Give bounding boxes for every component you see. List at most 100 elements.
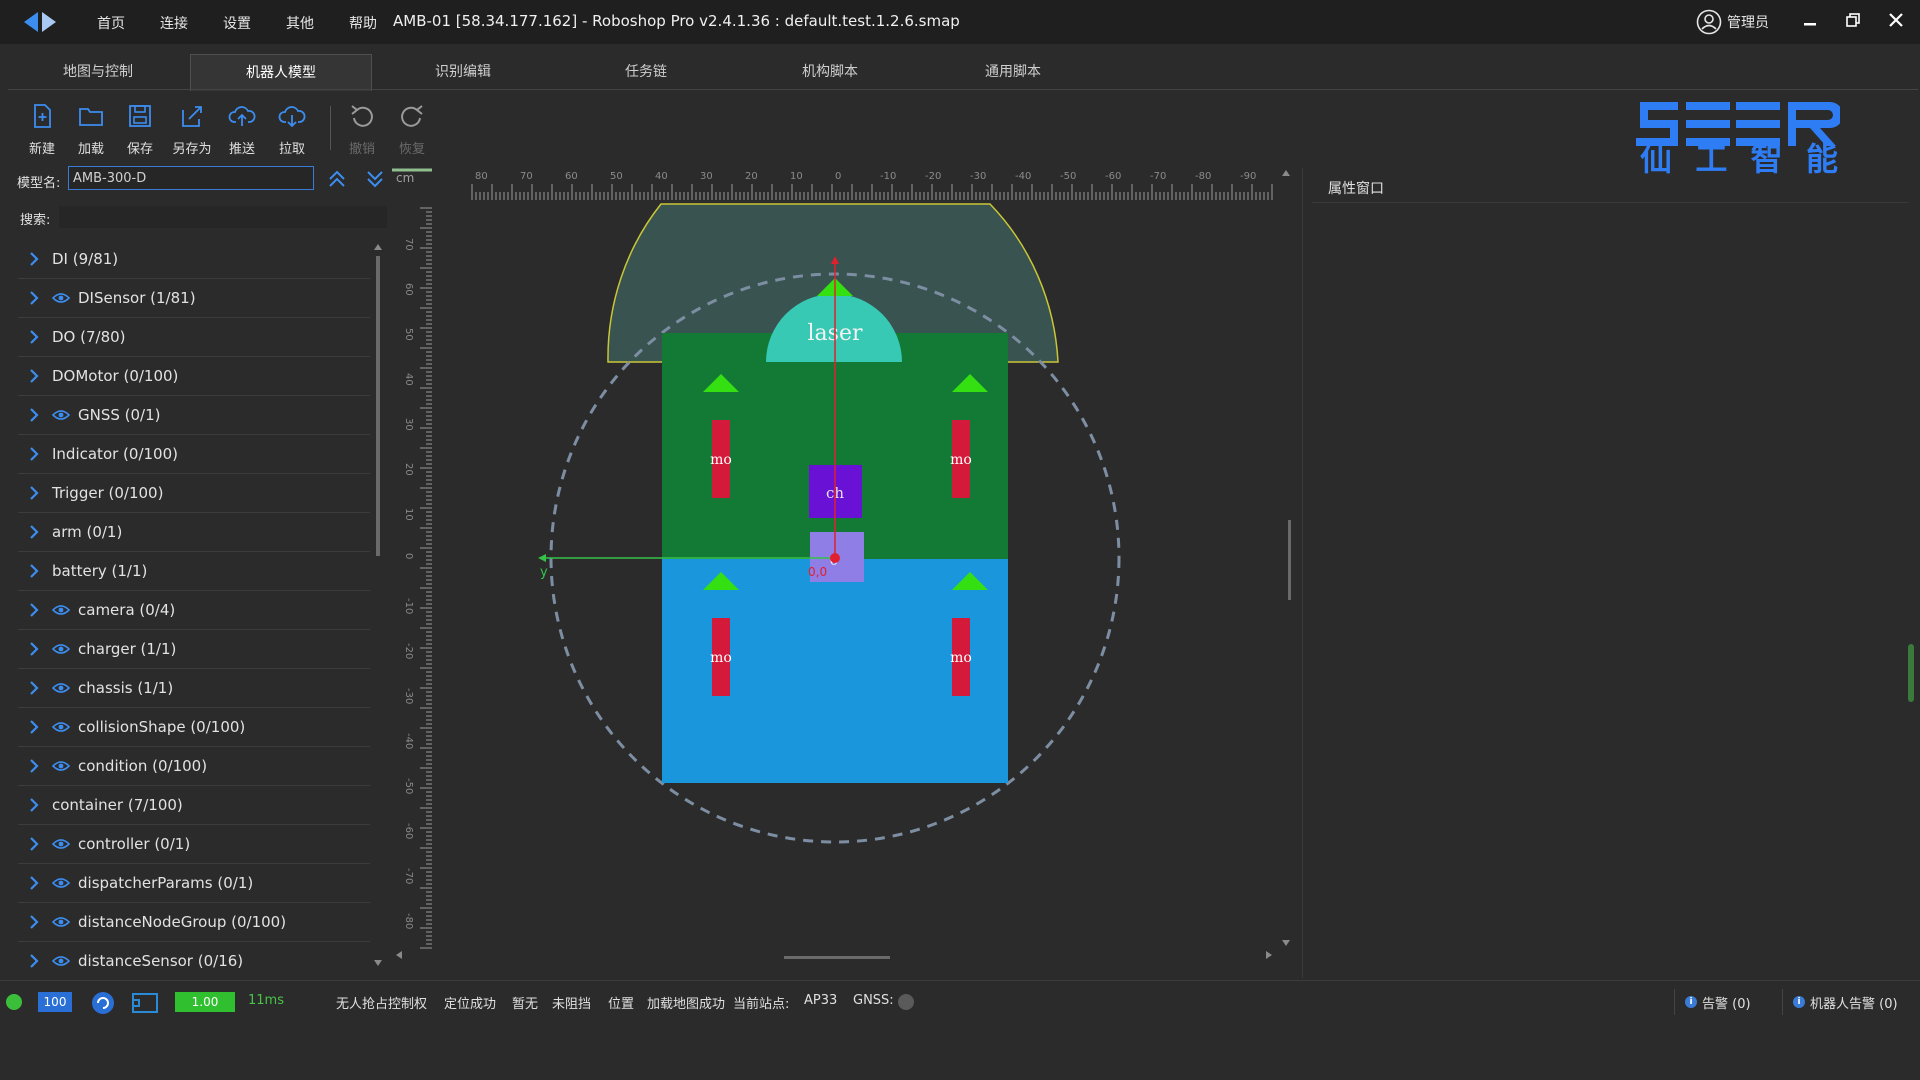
eye-icon[interactable] [52,682,70,694]
tree-item[interactable]: camera (0/4) [18,591,370,630]
chevron-right-icon[interactable] [26,407,42,423]
tree-item[interactable]: collisionShape (0/100) [18,708,370,747]
eye-icon[interactable] [52,877,70,889]
minimize-button[interactable] [1795,8,1825,36]
alarm-button[interactable]: i 告警 (0) [1674,989,1761,1015]
save-as-button[interactable]: 另存为 [170,100,214,157]
chevron-right-icon[interactable] [26,836,42,852]
menu-home[interactable]: 首页 [97,13,125,33]
load-button[interactable]: 加载 [69,100,113,157]
refresh-icon[interactable] [90,990,116,1016]
eye-icon[interactable] [52,838,70,850]
restore-button[interactable] [1838,8,1868,36]
ruler-tick-label: -80 [1195,171,1211,182]
save-button[interactable]: 保存 [118,100,162,157]
robot-status-icon[interactable] [130,990,160,1016]
gnss-label: GNSS: [853,993,894,1008]
tree-item[interactable]: DOMotor (0/100) [18,357,370,396]
tree-item[interactable]: chassis (1/1) [18,669,370,708]
properties-divider [1312,202,1908,203]
eye-icon[interactable] [52,760,70,772]
chevron-right-icon[interactable] [26,485,42,501]
tree-item[interactable]: Indicator (0/100) [18,435,370,474]
chevron-right-icon[interactable] [26,875,42,891]
collapse-all-icon[interactable] [326,168,348,190]
tree-item[interactable]: condition (0/100) [18,747,370,786]
chevron-right-icon[interactable] [26,758,42,774]
pull-button[interactable]: 拉取 [270,100,314,157]
ruler-tick-label: -30 [403,688,414,704]
chevron-right-icon[interactable] [26,641,42,657]
tree-item[interactable]: charger (1/1) [18,630,370,669]
menu-connect[interactable]: 连接 [160,13,188,33]
tree-item[interactable]: arm (0/1) [18,513,370,552]
chevron-right-icon[interactable] [26,446,42,462]
chevron-right-icon[interactable] [26,251,42,267]
eye-icon[interactable] [52,721,70,733]
close-button[interactable] [1881,8,1911,36]
chevron-right-icon[interactable] [26,329,42,345]
chevron-right-icon[interactable] [26,719,42,735]
tree-item[interactable]: container (7/100) [18,786,370,825]
undo-button[interactable]: 撤销 [340,100,384,157]
chevron-right-icon[interactable] [26,524,42,540]
ruler-tick-label: 0 [403,553,414,559]
model-name-input[interactable] [68,166,314,190]
robot-model-canvas[interactable]: cm 80 70 60 50 40 30 20 10 0 -10 -20 -30 -40 -50 -60 -7… [392,168,1292,968]
tab-mechanism-script[interactable]: 机构脚本 [762,54,898,90]
search-label: 搜索: [20,213,51,228]
ruler-tick-label: -70 [1150,171,1166,182]
tab-recognition-edit[interactable]: 识别编辑 [395,54,531,90]
chevron-right-icon[interactable] [26,797,42,813]
redo-button[interactable]: 恢复 [390,100,434,157]
tree-item-label: DISensor (1/81) [78,289,196,307]
current-station-label: 当前站点: [733,997,790,1012]
tree-item[interactable]: battery (1/1) [18,552,370,591]
eye-icon[interactable] [52,955,70,967]
tree-item[interactable]: GNSS (0/1) [18,396,370,435]
tab-robot-model[interactable]: 机器人模型 [190,54,372,91]
position-status: 位置 [608,997,635,1012]
robot-alarm-button[interactable]: i 机器人告警 (0) [1782,989,1908,1015]
tab-general-script[interactable]: 通用脚本 [945,54,1081,90]
tree-item[interactable]: distanceNodeGroup (0/100) [18,903,370,942]
tree-item[interactable]: controller (0/1) [18,825,370,864]
tree-item[interactable]: DO (7/80) [18,318,370,357]
tab-map-control[interactable]: 地图与控制 [30,54,166,90]
load-label: 加载 [77,142,104,157]
chevron-right-icon[interactable] [26,368,42,384]
chevron-right-icon[interactable] [26,563,42,579]
side-handle[interactable] [1908,644,1914,702]
tree-item[interactable]: DISensor (1/81) [18,279,370,318]
new-file-icon [34,104,51,128]
localization-status: 定位成功 [444,997,497,1012]
menu-settings[interactable]: 设置 [223,13,251,33]
eye-icon[interactable] [52,643,70,655]
tree-item[interactable]: DI (9/81) [18,240,370,279]
menu-other[interactable]: 其他 [286,13,314,33]
chevron-right-icon[interactable] [26,953,42,969]
chevron-right-icon[interactable] [26,602,42,618]
ruler-tick-label: 20 [745,171,758,182]
tree-item[interactable]: distanceSensor (0/16) [18,942,370,972]
chevron-right-icon[interactable] [26,290,42,306]
tree-scrollbar[interactable] [372,240,384,970]
user-account[interactable]: 管理员 [1696,9,1769,35]
chevron-right-icon[interactable] [26,680,42,696]
unit-label: cm [396,171,414,185]
eye-icon[interactable] [52,916,70,928]
tree-item[interactable]: dispatcherParams (0/1) [18,864,370,903]
app-logo-icon[interactable] [22,10,58,34]
tab-task-chain[interactable]: 任务链 [578,54,714,90]
menu-help[interactable]: 帮助 [349,13,377,33]
new-button[interactable]: 新建 [20,100,64,157]
eye-icon[interactable] [52,292,70,304]
eye-icon[interactable] [52,409,70,421]
chevron-right-icon[interactable] [26,914,42,930]
expand-all-icon[interactable] [364,168,386,190]
push-button[interactable]: 推送 [220,100,264,157]
tree-item[interactable]: Trigger (0/100) [18,474,370,513]
eye-icon[interactable] [52,604,70,616]
search-input[interactable] [58,205,388,229]
ruler-tick-label: 40 [403,373,414,386]
